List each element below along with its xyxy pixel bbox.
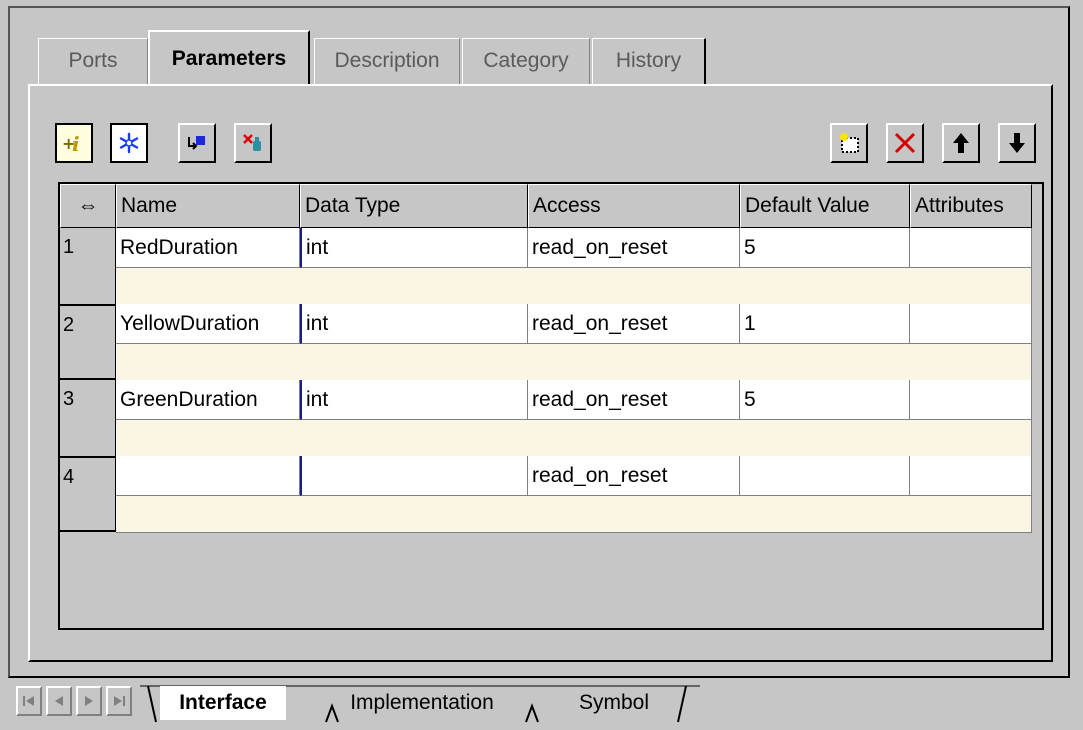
cell-text: RedDuration bbox=[120, 236, 238, 259]
move-up-icon bbox=[953, 133, 969, 153]
move-up-button[interactable] bbox=[942, 123, 980, 163]
previous-tab-button[interactable] bbox=[46, 686, 72, 716]
info-button[interactable]: + i bbox=[55, 123, 93, 163]
remove-link-icon bbox=[243, 134, 261, 151]
tab-category[interactable]: Category bbox=[462, 38, 590, 84]
tab-label: Parameters bbox=[171, 47, 287, 70]
tab-history[interactable]: History bbox=[592, 38, 706, 84]
column-label: Access bbox=[533, 194, 601, 217]
column-header-data-type[interactable]: Data Type bbox=[300, 184, 528, 228]
delete-button[interactable] bbox=[886, 123, 924, 163]
column-header-attributes[interactable]: Attributes bbox=[910, 184, 1032, 228]
cell-text: int bbox=[306, 312, 329, 335]
column-label: Default Value bbox=[745, 194, 870, 217]
tab-label: Interface bbox=[179, 691, 267, 714]
description-row[interactable] bbox=[116, 420, 1032, 457]
cell-attributes[interactable] bbox=[910, 304, 1032, 344]
cell-text: 5 bbox=[744, 388, 756, 411]
cell-default-value[interactable]: 1 bbox=[740, 304, 910, 344]
row-number[interactable]: 3 bbox=[60, 380, 116, 458]
cell-text: read_on_reset bbox=[532, 312, 668, 335]
cell-access[interactable]: read_on_reset bbox=[528, 228, 740, 268]
cell-text: GreenDuration bbox=[120, 388, 258, 411]
cell-text: int bbox=[306, 236, 329, 259]
cell-data-type[interactable] bbox=[300, 456, 528, 496]
delete-icon bbox=[894, 132, 916, 154]
tab-implementation[interactable]: Implementation bbox=[336, 686, 508, 720]
cell-access[interactable]: read_on_reset bbox=[528, 304, 740, 344]
import-icon bbox=[188, 136, 205, 150]
cell-text: 5 bbox=[744, 236, 756, 259]
cell-access[interactable]: read_on_reset bbox=[528, 380, 740, 420]
previous-icon bbox=[55, 696, 63, 706]
cell-text: int bbox=[306, 388, 329, 411]
column-header-access[interactable]: Access bbox=[528, 184, 740, 228]
tab-label: Implementation bbox=[350, 691, 494, 714]
cell-default-value[interactable] bbox=[740, 456, 910, 496]
row-number-label: 1 bbox=[63, 236, 75, 258]
cell-name[interactable]: YellowDuration bbox=[116, 304, 300, 344]
row-number-label: 3 bbox=[63, 388, 75, 410]
cell-text: read_on_reset bbox=[532, 464, 668, 487]
tab-description[interactable]: Description bbox=[314, 38, 460, 84]
last-icon bbox=[114, 696, 125, 706]
freeze-icon bbox=[119, 132, 139, 154]
next-icon bbox=[85, 696, 93, 706]
tab-ports[interactable]: Ports bbox=[38, 38, 148, 84]
cell-attributes[interactable] bbox=[910, 380, 1032, 420]
description-row[interactable] bbox=[116, 344, 1032, 381]
cell-name[interactable]: GreenDuration bbox=[116, 380, 300, 420]
first-tab-button[interactable] bbox=[16, 686, 42, 716]
tab-parameters[interactable]: Parameters bbox=[148, 30, 310, 86]
cell-name[interactable]: RedDuration bbox=[116, 228, 300, 268]
description-row[interactable] bbox=[116, 496, 1032, 533]
move-down-button[interactable] bbox=[998, 123, 1036, 163]
cell-data-type[interactable]: int bbox=[300, 304, 528, 344]
tab-label: Symbol bbox=[578, 691, 650, 714]
tab-interface[interactable]: Interface bbox=[160, 686, 286, 720]
cell-text: read_on_reset bbox=[532, 388, 668, 411]
cell-text: read_on_reset bbox=[532, 236, 668, 259]
column-label: Attributes bbox=[915, 194, 1004, 217]
column-resize-handle[interactable]: ⇔ bbox=[60, 184, 116, 228]
resize-arrows-icon: ⇔ bbox=[77, 194, 99, 217]
first-icon bbox=[23, 696, 34, 706]
info-icon: + i bbox=[62, 132, 80, 156]
cell-data-type[interactable]: int bbox=[300, 380, 528, 420]
new-row-icon bbox=[840, 133, 859, 153]
column-header-name[interactable]: Name bbox=[116, 184, 300, 228]
new-row-button[interactable] bbox=[830, 123, 868, 163]
last-tab-button[interactable] bbox=[106, 686, 132, 716]
tab-symbol[interactable]: Symbol bbox=[556, 686, 672, 720]
row-number[interactable]: 1 bbox=[60, 228, 116, 306]
description-row[interactable] bbox=[116, 268, 1032, 305]
column-label: Name bbox=[121, 194, 178, 217]
cell-text: 1 bbox=[744, 312, 756, 335]
next-tab-button[interactable] bbox=[76, 686, 102, 716]
import-button[interactable] bbox=[178, 123, 216, 163]
cell-access[interactable]: read_on_reset bbox=[528, 456, 740, 496]
cell-data-type[interactable]: int bbox=[300, 228, 528, 268]
row-number-label: 2 bbox=[63, 314, 75, 336]
cell-attributes[interactable] bbox=[910, 228, 1032, 268]
row-number-label: 4 bbox=[63, 466, 75, 488]
cell-text: YellowDuration bbox=[120, 312, 260, 335]
tab-label: Description bbox=[334, 49, 440, 72]
column-label: Data Type bbox=[305, 194, 401, 217]
cell-default-value[interactable]: 5 bbox=[740, 380, 910, 420]
cell-attributes[interactable] bbox=[910, 456, 1032, 496]
cell-default-value[interactable]: 5 bbox=[740, 228, 910, 268]
tab-label: Ports bbox=[68, 49, 118, 72]
tab-label: History bbox=[615, 49, 682, 72]
freeze-button[interactable] bbox=[110, 123, 148, 163]
tab-label: Category bbox=[483, 49, 569, 72]
column-header-default-value[interactable]: Default Value bbox=[740, 184, 910, 228]
move-down-icon bbox=[1009, 133, 1025, 153]
row-number[interactable]: 2 bbox=[60, 306, 116, 380]
remove-link-button[interactable] bbox=[234, 123, 272, 163]
row-number[interactable]: 4 bbox=[60, 458, 116, 532]
cell-name[interactable] bbox=[116, 456, 300, 496]
svg-text:i: i bbox=[72, 132, 80, 156]
